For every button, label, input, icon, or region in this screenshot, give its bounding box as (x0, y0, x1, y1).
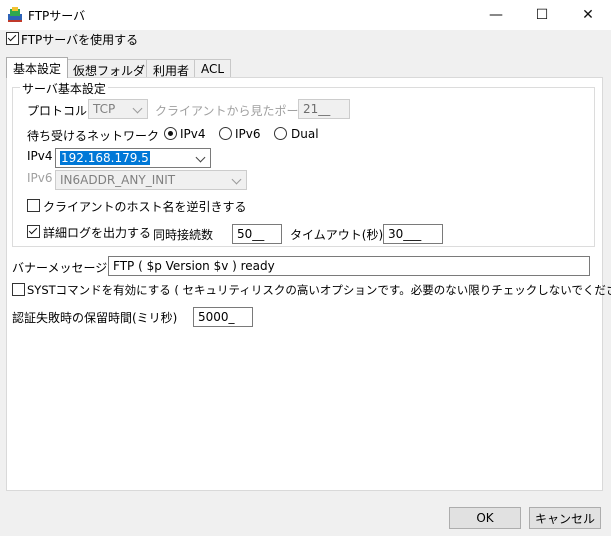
network-ipv4-label[interactable]: IPv4 (180, 127, 206, 141)
detail-log-checkbox[interactable] (27, 225, 40, 238)
ipv4-label: IPv4 (27, 149, 53, 163)
minimize-icon: — (489, 7, 503, 23)
maximize-icon: ☐ (535, 7, 549, 23)
enable-ftp-label[interactable]: FTPサーバを使用する (21, 31, 138, 48)
tab-users[interactable]: 利用者 (146, 59, 197, 78)
protocol-label: プロトコル (27, 104, 88, 118)
minimize-button[interactable]: — (473, 0, 519, 30)
ipv6-label: IPv6 (27, 171, 53, 185)
tab-acl[interactable]: ACL (194, 59, 232, 77)
maximize-button[interactable]: ☐ (519, 0, 565, 30)
title-bar: FTPサーバ — ☐ ✕ (0, 0, 611, 30)
timeout-input[interactable]: 30___ (383, 224, 443, 244)
cancel-button[interactable]: キャンセル (529, 507, 601, 529)
concurrent-label: 同時接続数 (153, 228, 214, 242)
client-port-label: クライアントから見たポート (155, 104, 311, 118)
network-ipv4-radio[interactable] (164, 127, 177, 140)
network-dual-label[interactable]: Dual (291, 127, 319, 141)
auth-fail-label: 認証失敗時の保留時間(ミリ秒) (12, 311, 178, 325)
concurrent-input[interactable]: 50__ (232, 224, 282, 244)
ipv4-select[interactable]: 192.168.179.5 (55, 148, 211, 168)
window-title: FTPサーバ (28, 9, 86, 23)
auth-fail-input[interactable]: 5000_ (193, 307, 253, 327)
network-label: 待ち受けるネットワーク (27, 129, 160, 143)
protocol-select[interactable]: TCP (88, 99, 148, 119)
close-icon: ✕ (582, 7, 594, 23)
enable-ftp-checkbox[interactable] (6, 32, 19, 45)
reverse-lookup-checkbox[interactable] (27, 199, 40, 212)
chevron-down-icon (231, 174, 242, 185)
ok-button[interactable]: OK (449, 507, 521, 529)
network-dual-radio[interactable] (274, 127, 287, 140)
reverse-lookup-label[interactable]: クライアントのホスト名を逆引きする (43, 198, 247, 215)
banner-input[interactable]: FTP ( $p Version $v ) ready (108, 256, 590, 276)
close-button[interactable]: ✕ (565, 0, 611, 30)
ipv4-value: 192.168.179.5 (60, 151, 150, 165)
client-port-input[interactable]: 21__ (298, 99, 350, 119)
chevron-down-icon (195, 152, 206, 163)
server-settings-title: サーバ基本設定 (20, 80, 108, 97)
tab-basic[interactable]: 基本設定 (6, 57, 69, 78)
ipv6-select[interactable]: IN6ADDR_ANY_INIT (55, 170, 247, 190)
banner-label: バナーメッセージ (12, 261, 108, 275)
detail-log-label[interactable]: 詳細ログを出力する (43, 224, 151, 241)
network-ipv6-label[interactable]: IPv6 (235, 127, 261, 141)
tab-virtual-folder[interactable]: 仮想フォルダ (66, 59, 153, 78)
syst-label[interactable]: SYSTコマンドを有効にする ( セキュリティリスクの高いオプションです。必要の… (27, 282, 611, 298)
chevron-down-icon (132, 103, 143, 114)
ftp-app-icon (8, 7, 22, 22)
syst-checkbox[interactable] (12, 283, 25, 296)
network-ipv6-radio[interactable] (219, 127, 232, 140)
timeout-label: タイムアウト(秒) (290, 228, 384, 242)
